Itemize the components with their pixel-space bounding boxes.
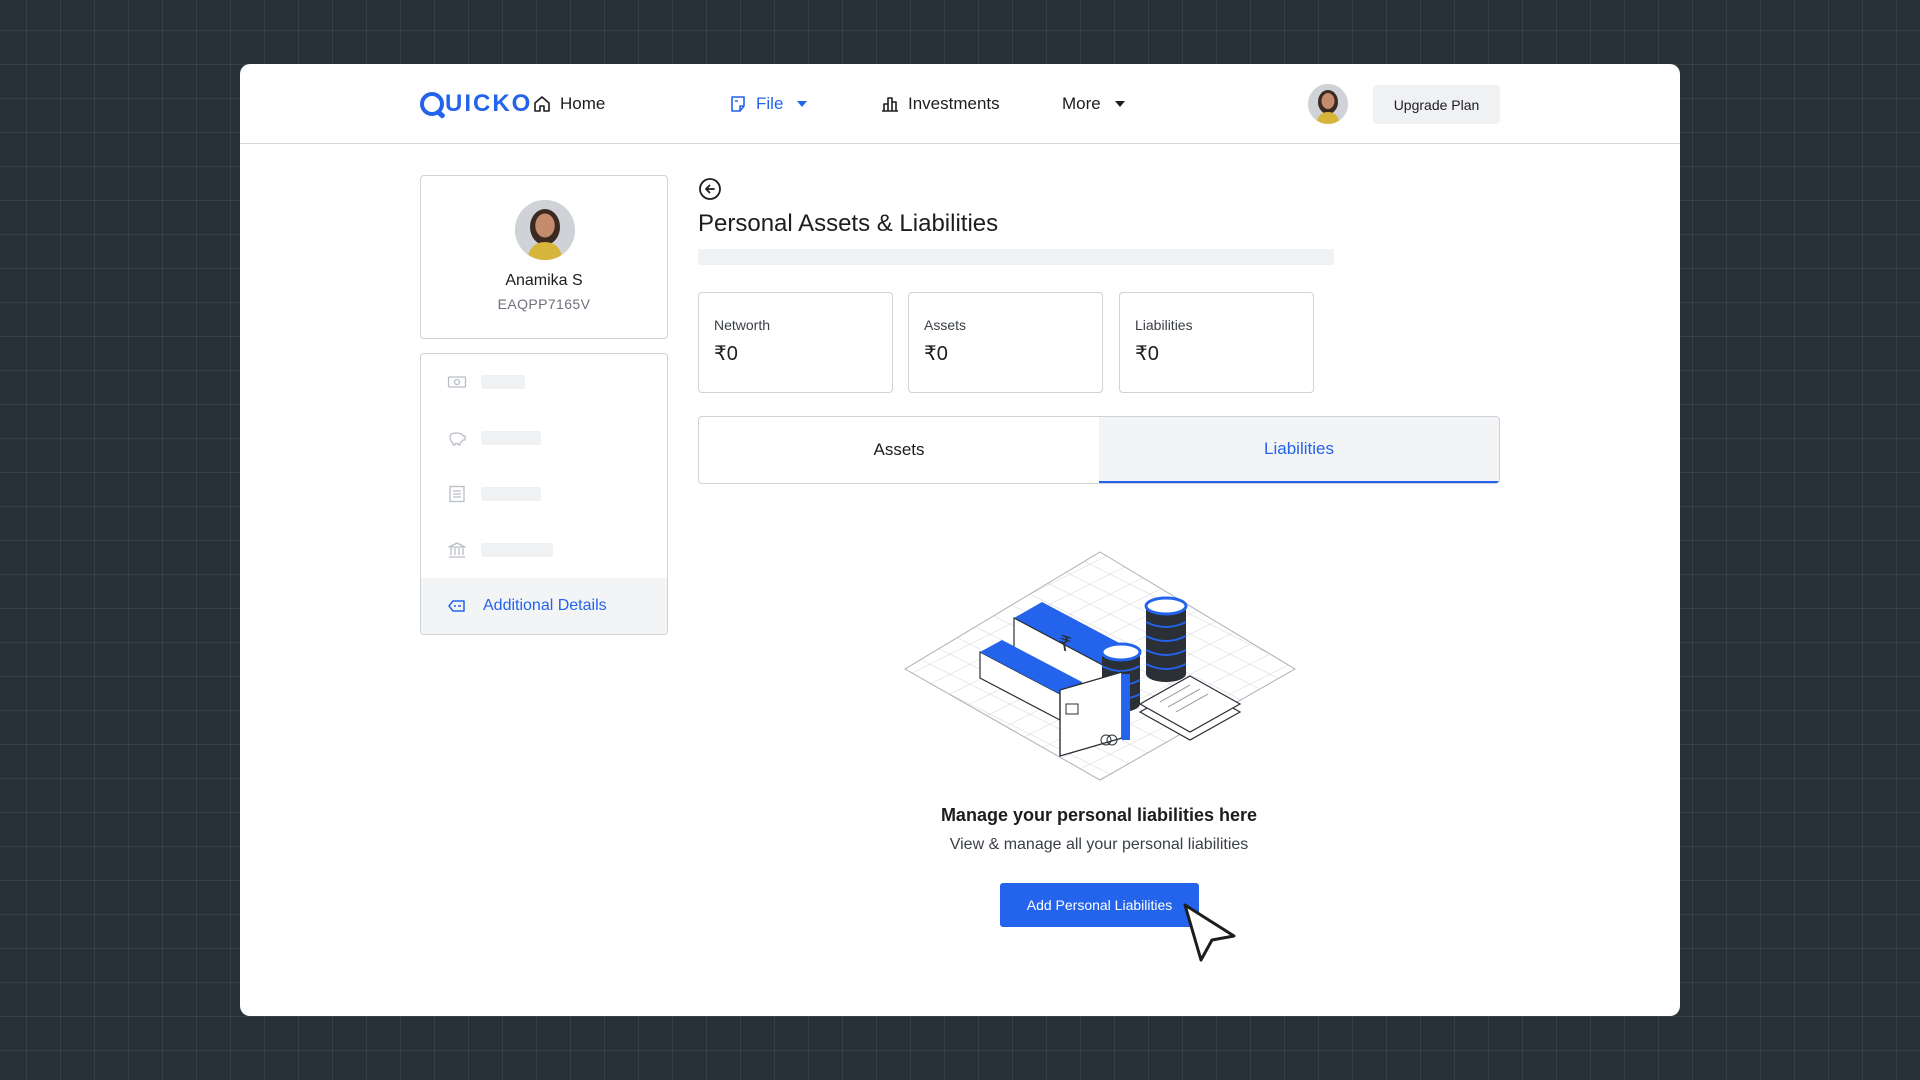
profile-avatar — [515, 200, 575, 260]
chevron-down-icon — [1114, 101, 1125, 107]
nav-more-label: More — [1062, 94, 1101, 113]
networth-value: ₹0 — [714, 343, 738, 365]
subtitle-placeholder — [698, 249, 1334, 265]
logo-text: UICKO — [445, 90, 533, 117]
investments-icon — [882, 97, 898, 112]
nav-home-label: Home — [560, 94, 606, 113]
networth-label: Networth — [714, 317, 771, 333]
tab-assets[interactable]: Assets — [699, 417, 1099, 483]
sidebar-item-placeholder — [481, 375, 525, 389]
document-list-icon — [449, 485, 465, 503]
assets-card: Assets ₹0 — [908, 292, 1103, 393]
tab-liabilities[interactable]: Liabilities — [1099, 417, 1499, 483]
nav-file-label: File — [756, 94, 784, 113]
liabilities-illustration: ₹ — [904, 551, 1296, 781]
nav-home[interactable]: Home — [532, 92, 605, 116]
back-button[interactable] — [698, 177, 722, 201]
add-personal-liabilities-button[interactable]: Add Personal Liabilities — [1000, 883, 1199, 927]
profile-card: Anamika S EAQPP7165V — [420, 175, 668, 339]
upgrade-plan-button[interactable]: Upgrade Plan — [1373, 85, 1500, 124]
tag-icon — [448, 600, 465, 612]
sidebar-menu: Additional Details — [420, 353, 668, 635]
sidebar-item-1[interactable] — [421, 354, 667, 410]
piggy-bank-icon — [449, 432, 466, 446]
home-icon — [534, 96, 550, 112]
assets-label: Assets — [924, 317, 967, 333]
liabilities-card: Liabilities ₹0 — [1119, 292, 1314, 393]
sidebar-item-label: Additional Details — [483, 597, 607, 614]
sidebar-item-4[interactable] — [421, 522, 667, 578]
assets-value: ₹0 — [924, 343, 948, 365]
networth-card: Networth ₹0 — [698, 292, 893, 393]
empty-state-subtitle: View & manage all your personal liabilit… — [949, 836, 1249, 853]
sidebar-item-2[interactable] — [421, 410, 667, 466]
sidebar-item-additional-details[interactable]: Additional Details — [421, 578, 667, 634]
nav-investments[interactable]: Investments — [880, 92, 1000, 116]
nav-file[interactable]: File — [728, 92, 808, 116]
app-window: UICKO Home File Investments More Upgrade… — [240, 64, 1680, 1016]
mouse-pointer-icon — [1183, 903, 1236, 962]
assets-liabilities-tabs: Assets Liabilities — [698, 416, 1500, 484]
nav-investments-label: Investments — [908, 94, 1000, 113]
bank-icon — [448, 542, 466, 558]
sidebar-item-placeholder — [481, 487, 541, 501]
profile-name: Anamika S — [505, 272, 583, 289]
chevron-down-icon — [797, 101, 808, 107]
sidebar-item-3[interactable] — [421, 466, 667, 522]
empty-state-title: Manage your personal liabilities here — [940, 805, 1258, 825]
sidebar-item-placeholder — [481, 543, 553, 557]
profile-pan: EAQPP7165V — [497, 296, 591, 312]
logo-q-mark — [420, 92, 444, 116]
quicko-logo[interactable]: UICKO — [420, 88, 532, 120]
liabilities-value: ₹0 — [1135, 343, 1159, 365]
top-navbar: UICKO Home File Investments More Upgrade… — [240, 64, 1680, 144]
cash-icon — [447, 376, 467, 388]
file-icon — [731, 96, 745, 112]
user-avatar[interactable] — [1308, 84, 1348, 124]
nav-more[interactable]: More — [1062, 92, 1125, 116]
arrow-left-circle-icon — [699, 178, 721, 200]
liabilities-label: Liabilities — [1135, 317, 1193, 333]
avatar-illustration-icon — [1308, 84, 1348, 124]
page-title: Personal Assets & Liabilities — [698, 210, 999, 237]
sidebar-item-placeholder — [481, 431, 541, 445]
avatar-illustration-icon — [515, 200, 575, 260]
